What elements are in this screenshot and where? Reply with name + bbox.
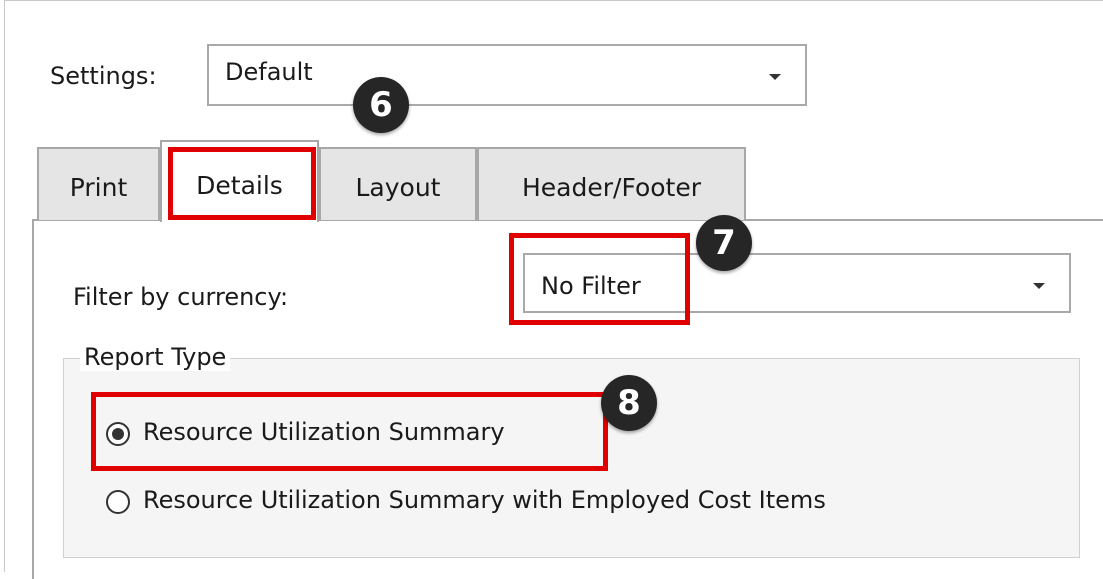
tab-layout-label: Layout xyxy=(355,173,441,202)
settings-value: Default xyxy=(225,58,313,86)
step-badge-6: 6 xyxy=(353,77,409,133)
settings-dropdown[interactable]: Default xyxy=(207,44,807,106)
step-badge-8: 8 xyxy=(601,375,657,431)
settings-label: Settings: xyxy=(50,62,157,90)
step-badge-7: 7 xyxy=(696,215,752,271)
chevron-down-icon xyxy=(1033,283,1045,289)
filter-currency-label: Filter by currency: xyxy=(73,283,289,311)
highlight-filter-value xyxy=(509,233,690,325)
tab-layout[interactable]: Layout xyxy=(319,147,477,220)
report-type-title: Report Type xyxy=(80,343,231,371)
chevron-down-icon xyxy=(769,74,781,80)
tab-header-footer[interactable]: Header/Footer xyxy=(477,147,746,220)
tab-print-label: Print xyxy=(69,173,128,202)
highlight-summary-option xyxy=(91,392,608,471)
radio-resource-utilization-cost-items[interactable] xyxy=(106,490,130,514)
highlight-details-tab xyxy=(168,147,316,220)
tab-print[interactable]: Print xyxy=(37,147,160,220)
tab-header-footer-label: Header/Footer xyxy=(522,173,701,202)
option-label-cost-items[interactable]: Resource Utilization Summary with Employ… xyxy=(143,486,826,514)
